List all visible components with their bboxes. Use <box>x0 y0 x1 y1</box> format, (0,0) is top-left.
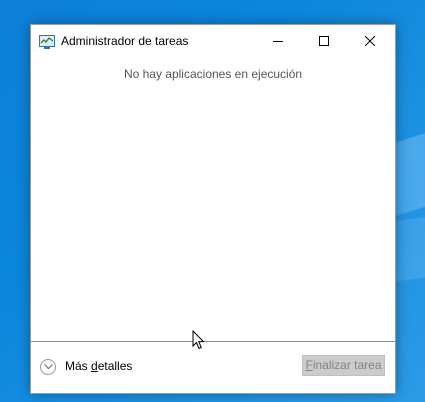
more-details-link[interactable]: Más detalles <box>65 359 132 373</box>
end-task-access-key: F <box>305 358 313 372</box>
minimize-icon <box>273 41 283 42</box>
maximize-button[interactable] <box>301 25 347 57</box>
maximize-icon <box>319 36 329 46</box>
minimize-button[interactable] <box>255 25 301 57</box>
end-task-rest: inalizar tarea <box>312 358 382 372</box>
task-manager-window: Administrador de tareas No hay aplicacio… <box>30 24 396 394</box>
task-manager-icon <box>39 35 55 49</box>
chevron-down-icon[interactable] <box>40 359 56 375</box>
empty-state-message: No hay aplicaciones en ejecución <box>123 67 303 81</box>
window-title: Administrador de tareas <box>61 34 189 48</box>
close-icon <box>365 36 375 46</box>
mouse-cursor-icon <box>192 330 205 350</box>
end-task-button[interactable]: Finalizar tarea <box>302 355 385 376</box>
footer-divider <box>31 341 395 342</box>
more-details-access-key: d <box>91 359 98 373</box>
more-details-rest: etalles <box>97 359 133 373</box>
close-button[interactable] <box>347 25 393 57</box>
title-bar[interactable]: Administrador de tareas <box>31 25 395 57</box>
more-details-prefix: Más <box>65 359 92 373</box>
